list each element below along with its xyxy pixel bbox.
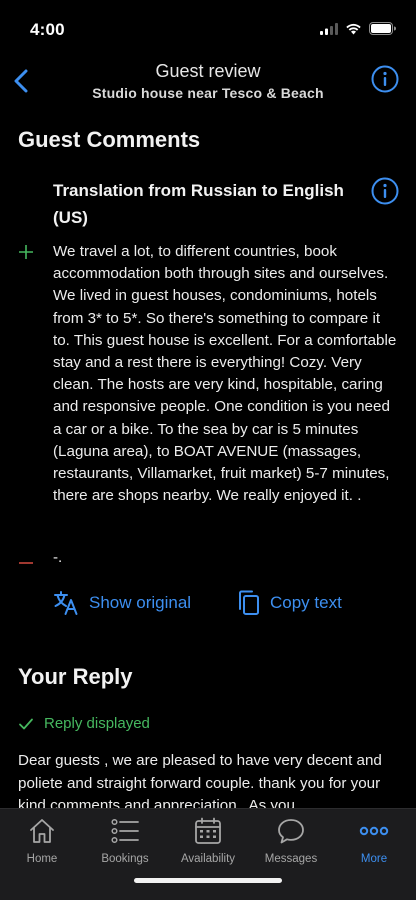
tab-home-label: Home — [26, 853, 58, 865]
tab-more[interactable]: More — [332, 815, 416, 871]
wifi-icon — [346, 23, 361, 34]
tab-bookings[interactable]: Bookings — [83, 815, 167, 871]
info-icon — [371, 65, 399, 93]
tab-bookings-label: Bookings — [101, 853, 149, 865]
review-content[interactable]: Guest Comments Translation from Russian … — [0, 110, 416, 808]
tab-messages-label: Messages — [264, 853, 318, 865]
show-original-label: Show original — [89, 593, 192, 612]
list-icon — [109, 815, 141, 847]
signal-icon — [320, 22, 338, 35]
calendar-icon — [192, 815, 224, 847]
status-time: 4:00 — [30, 20, 65, 39]
your-reply-heading: Your Reply — [18, 664, 133, 689]
tab-messages[interactable]: Messages — [249, 815, 333, 871]
tab-more-label: More — [360, 853, 388, 865]
copy-text-button[interactable]: Copy text — [236, 590, 342, 616]
page-title: Guest review — [155, 61, 261, 81]
checkmark-icon — [19, 718, 33, 729]
reply-text: Dear guests , we are pleased to have ver… — [18, 752, 382, 808]
info-icon — [371, 177, 399, 205]
tab-availability-label: Availability — [180, 853, 236, 865]
tab-home[interactable]: Home — [0, 815, 84, 871]
battery-icon — [369, 22, 396, 35]
translation-info-button[interactable] — [371, 177, 399, 205]
positive-comment-icon — [18, 244, 34, 260]
reply-status: Reply displayed — [18, 715, 150, 732]
tab-bar: Home Bookings Availability Messages More — [0, 808, 416, 900]
show-original-button[interactable]: Show original — [53, 590, 191, 616]
status-icons — [320, 22, 396, 35]
chat-bubble-icon — [275, 815, 307, 847]
reply-status-label: Reply displayed — [44, 715, 150, 732]
tab-availability[interactable]: Availability — [166, 815, 250, 871]
info-button[interactable] — [371, 65, 399, 93]
copy-text-label: Copy text — [270, 593, 342, 612]
nav-bar: Guest review Studio house near Tesco & B… — [0, 58, 416, 110]
page-subtitle: Studio house near Tesco & Beach — [92, 85, 324, 101]
plus-icon — [19, 245, 33, 259]
negative-comment-text: -. — [53, 549, 63, 566]
guest-comments-heading: Guest Comments — [18, 127, 201, 152]
minus-icon — [19, 562, 33, 564]
home-indicator[interactable] — [134, 878, 282, 883]
translate-icon — [54, 591, 78, 615]
negative-comment-icon — [18, 555, 34, 571]
positive-comment-text: We travel a lot, to different countries,… — [53, 243, 397, 505]
status-bar: 4:00 — [0, 0, 416, 58]
copy-icon — [239, 590, 259, 615]
translation-title: Translation from Russian to English (US) — [53, 181, 344, 227]
more-dots-icon — [358, 815, 390, 847]
home-icon — [26, 815, 58, 847]
